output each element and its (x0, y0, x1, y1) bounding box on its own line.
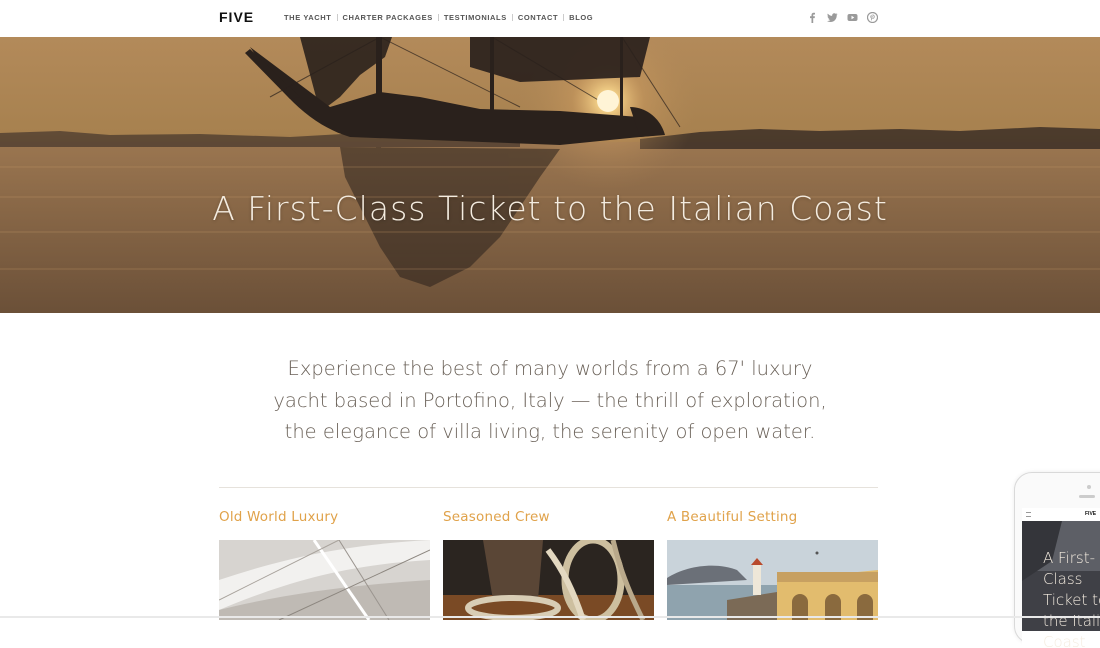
facebook-icon[interactable] (807, 12, 818, 23)
nav-item-blog[interactable]: BLOG (569, 13, 593, 22)
feature-title[interactable]: A Beautiful Setting (667, 509, 878, 525)
mobile-logo: FIVE (1085, 511, 1097, 517)
intro-paragraph: Experience the best of many worlds from … (273, 357, 827, 443)
nav-item-contact[interactable]: CONTACT (518, 13, 558, 22)
hero-banner: A First-Class Ticket to the Italian Coas… (0, 37, 1100, 313)
coast-lighthouse-image[interactable] (667, 540, 878, 620)
site-header: FIVE THE YACHT CHARTER PACKAGES TESTIMON… (0, 0, 1100, 37)
phone-screen: FIVE A First-Class Ticket to the Italian… (1022, 508, 1100, 648)
twitter-icon[interactable] (827, 12, 838, 23)
pinterest-icon[interactable] (867, 12, 878, 23)
feature-a-beautiful-setting: A Beautiful Setting (667, 509, 878, 620)
rope-image[interactable] (443, 540, 654, 620)
mobile-hero-title: A First-Class Ticket to the Italian Coas… (1043, 549, 1100, 648)
nav-separator (437, 14, 439, 21)
nav-separator (336, 14, 338, 21)
section-divider (219, 487, 878, 488)
phone-camera (1087, 485, 1091, 489)
menu-icon (1026, 512, 1031, 517)
nav-item-charter-packages[interactable]: CHARTER PACKAGES (343, 13, 433, 22)
phone-mockup: FIVE A First-Class Ticket to the Italian… (1014, 472, 1100, 648)
sails-image[interactable] (219, 540, 430, 620)
site-logo[interactable]: FIVE (219, 9, 254, 25)
social-links (807, 12, 878, 23)
feature-old-world-luxury: Old World Luxury (219, 509, 430, 620)
main-nav: THE YACHT CHARTER PACKAGES TESTIMONIALS … (284, 13, 593, 22)
nav-item-the-yacht[interactable]: THE YACHT (284, 13, 332, 22)
nav-separator (563, 14, 565, 21)
youtube-icon[interactable] (847, 12, 858, 23)
feature-seasoned-crew: Seasoned Crew (443, 509, 654, 620)
nav-item-testimonials[interactable]: TESTIMONIALS (444, 13, 507, 22)
feature-title[interactable]: Seasoned Crew (443, 509, 654, 525)
hero-sunset-sailboat-image (0, 37, 1100, 313)
hero-title: A First-Class Ticket to the Italian Coas… (212, 189, 888, 228)
phone-speaker (1079, 495, 1095, 498)
feature-title[interactable]: Old World Luxury (219, 509, 430, 525)
nav-separator (511, 14, 513, 21)
